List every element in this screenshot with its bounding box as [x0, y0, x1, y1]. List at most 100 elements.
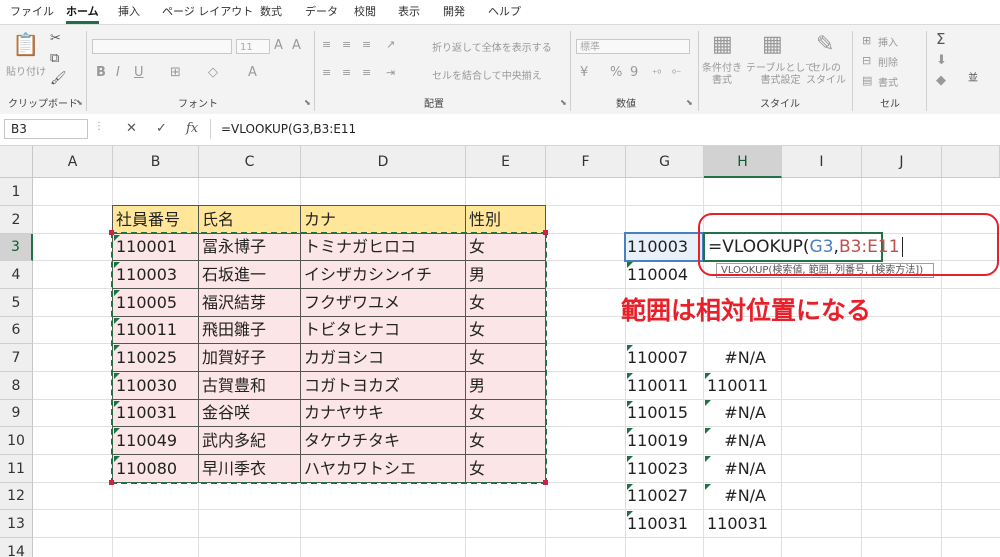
table-cell[interactable]: タケウチタキ: [300, 426, 466, 455]
table-cell[interactable]: 武内多紀: [198, 426, 301, 455]
row-header-12[interactable]: 12: [0, 483, 33, 510]
formula-input[interactable]: =VLOOKUP(G3,B3:E11: [210, 119, 980, 139]
tab-formulas[interactable]: 数式: [260, 0, 282, 24]
table-cell[interactable]: 男: [465, 260, 546, 289]
column-header-j[interactable]: J: [862, 146, 942, 178]
row-header-3[interactable]: 3: [0, 234, 33, 261]
table-cell[interactable]: 石坂進一: [198, 260, 301, 289]
wrap-text-button[interactable]: 折り返して全体を表示する: [432, 39, 552, 54]
column-header-b[interactable]: B: [113, 146, 199, 178]
delete-cells-icon[interactable]: ⊟: [862, 53, 871, 69]
lookup-value-cell[interactable]: 110007: [627, 344, 688, 371]
table-cell[interactable]: 加賀好子: [198, 343, 301, 372]
table-cell[interactable]: 110025: [112, 343, 199, 372]
align-left-icon[interactable]: ≡: [322, 65, 331, 81]
conditional-format-button[interactable]: 条件付き 書式: [702, 63, 742, 87]
table-cell[interactable]: フクザワユメ: [300, 288, 466, 317]
column-header-k[interactable]: [942, 146, 1000, 178]
table-cell[interactable]: 男: [465, 371, 546, 400]
table-cell[interactable]: 110003: [112, 260, 199, 289]
column-header-h[interactable]: H: [704, 146, 782, 178]
tab-review[interactable]: 校閲: [354, 0, 376, 24]
table-cell[interactable]: カガヨシコ: [300, 343, 466, 372]
table-cell[interactable]: 早川季衣: [198, 454, 301, 483]
format-table-icon[interactable]: ▦: [762, 33, 783, 57]
fill-icon[interactable]: ⬇: [936, 53, 947, 69]
result-cell[interactable]: #N/A: [704, 455, 782, 482]
tab-help[interactable]: ヘルプ: [488, 0, 521, 24]
column-header-d[interactable]: D: [301, 146, 466, 178]
column-header-e[interactable]: E: [466, 146, 546, 178]
conditional-format-icon[interactable]: ▦: [712, 33, 733, 57]
cancel-icon[interactable]: ✕: [126, 121, 137, 136]
table-cell[interactable]: 女: [465, 288, 546, 317]
range-handle[interactable]: [543, 480, 548, 485]
decrease-decimal-icon[interactable]: ⁰⁻: [672, 67, 681, 83]
italic-button[interactable]: I: [116, 65, 120, 81]
copy-icon[interactable]: ⧉: [50, 51, 59, 67]
table-cell[interactable]: 女: [465, 233, 546, 261]
align-top-icon[interactable]: ≡: [322, 37, 331, 53]
align-right-icon[interactable]: ≡: [362, 65, 371, 81]
lookup-value-cell[interactable]: 110023: [627, 455, 688, 482]
range-handle[interactable]: [109, 480, 114, 485]
lookup-value-cell[interactable]: 110015: [627, 400, 688, 426]
range-handle[interactable]: [543, 230, 548, 235]
tab-insert[interactable]: 挿入: [118, 0, 140, 24]
table-cell[interactable]: 110080: [112, 454, 199, 483]
indent-icon[interactable]: ⇥: [386, 65, 395, 81]
result-cell[interactable]: #N/A: [704, 400, 782, 426]
format-painter-icon[interactable]: 🖌: [50, 71, 67, 87]
percent-button[interactable]: %: [610, 65, 622, 81]
tab-file[interactable]: ファイル: [10, 0, 54, 24]
column-header-g[interactable]: G: [626, 146, 704, 178]
table-cell[interactable]: 女: [465, 316, 546, 344]
table-cell[interactable]: カナヤサキ: [300, 399, 466, 427]
row-header-6[interactable]: 6: [0, 317, 33, 344]
column-header-c[interactable]: C: [199, 146, 301, 178]
row-header-8[interactable]: 8: [0, 372, 33, 400]
borders-icon[interactable]: ⊞: [170, 65, 181, 81]
result-cell[interactable]: 110031: [707, 510, 768, 537]
table-cell[interactable]: 金谷咲: [198, 399, 301, 427]
font-name-combo[interactable]: [92, 39, 232, 54]
column-header-f[interactable]: F: [546, 146, 626, 178]
table-cell[interactable]: 古賀豊和: [198, 371, 301, 400]
row-header-7[interactable]: 7: [0, 344, 33, 372]
sort-filter-button[interactable]: 並: [968, 69, 978, 84]
table-cell[interactable]: 110005: [112, 288, 199, 317]
column-header-i[interactable]: I: [782, 146, 862, 178]
currency-icon[interactable]: ¥: [580, 65, 588, 81]
merge-center-button[interactable]: セルを結合して中央揃え: [432, 67, 542, 82]
align-bottom-icon[interactable]: ≡: [362, 37, 371, 53]
insert-cells-button[interactable]: 挿入: [878, 34, 898, 49]
result-cell[interactable]: #N/A: [704, 483, 782, 509]
table-cell[interactable]: コガトヨカズ: [300, 371, 466, 400]
table-cell[interactable]: 110031: [112, 399, 199, 427]
paste-icon[interactable]: 📋: [12, 33, 39, 59]
decrease-font-icon[interactable]: A: [292, 38, 301, 54]
table-header-cell[interactable]: カナ: [300, 205, 466, 234]
comma-button[interactable]: 9: [630, 65, 638, 81]
table-cell[interactable]: トミナガヒロコ: [300, 233, 466, 261]
increase-font-icon[interactable]: A: [274, 38, 283, 54]
enter-icon[interactable]: ✓: [156, 121, 167, 136]
row-header-13[interactable]: 13: [0, 510, 33, 538]
cell-styles-icon[interactable]: ✎: [816, 33, 834, 57]
table-cell[interactable]: 女: [465, 426, 546, 455]
alignment-launcher-icon[interactable]: ⬊: [560, 98, 567, 107]
delete-cells-button[interactable]: 削除: [878, 54, 898, 69]
tab-page-layout[interactable]: ページ レイアウト: [162, 0, 253, 24]
range-handle[interactable]: [109, 230, 114, 235]
table-cell[interactable]: トビタヒナコ: [300, 316, 466, 344]
row-header-2[interactable]: 2: [0, 206, 33, 234]
result-cell[interactable]: #N/A: [704, 344, 782, 371]
cell-styles-button[interactable]: セルの スタイル: [806, 63, 846, 87]
tab-view[interactable]: 表示: [398, 0, 420, 24]
result-cell[interactable]: 110011: [707, 372, 768, 399]
row-header-14[interactable]: 14: [0, 538, 33, 557]
column-header-a[interactable]: A: [33, 146, 113, 178]
lookup-value-cell[interactable]: 110027: [627, 483, 688, 509]
row-header-9[interactable]: 9: [0, 400, 33, 427]
format-cells-button[interactable]: 書式: [878, 74, 898, 89]
